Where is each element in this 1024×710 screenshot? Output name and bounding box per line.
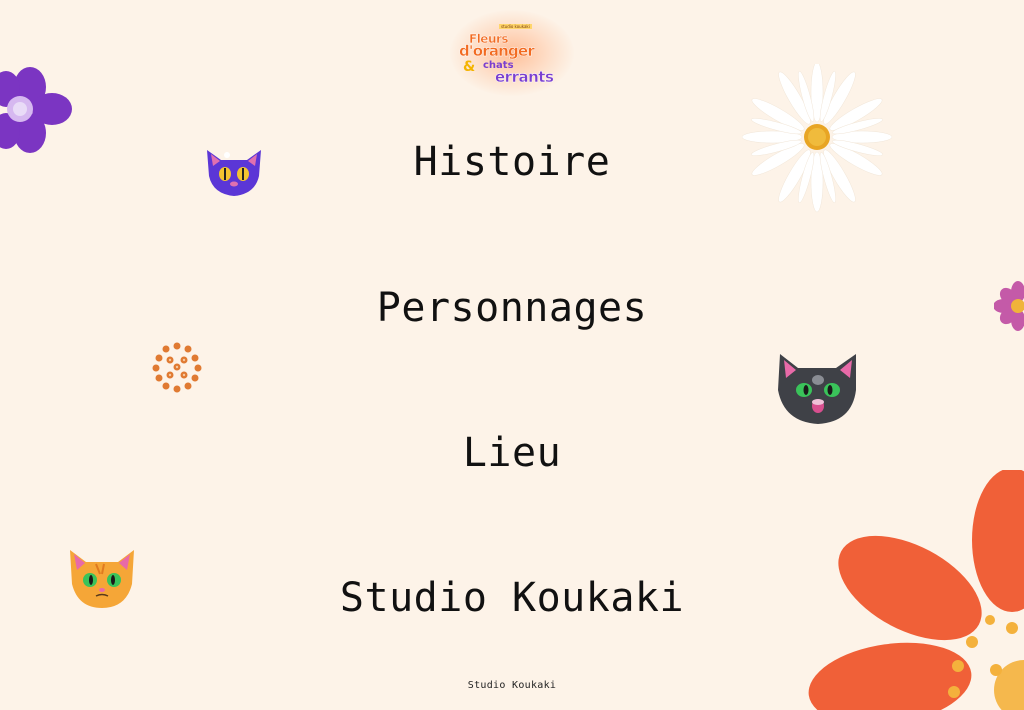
logo-badge: studio koukaki bbox=[499, 24, 532, 29]
menu-item-personnages[interactable]: Personnages bbox=[262, 283, 762, 333]
logo-line-2: d'oranger bbox=[459, 42, 535, 60]
menu-item-lieu[interactable]: Lieu bbox=[262, 428, 762, 478]
menu-item-studio-koukaki[interactable]: Studio Koukaki bbox=[262, 573, 762, 623]
purple-flower-icon bbox=[0, 67, 72, 153]
black-cat-icon bbox=[778, 354, 856, 424]
site-logo[interactable]: studio koukaki Fleurs d'oranger & chats … bbox=[455, 20, 570, 90]
orange-cat-icon bbox=[70, 550, 134, 608]
blue-cat-icon bbox=[207, 150, 261, 196]
orange-flower-cluster-icon bbox=[152, 342, 202, 393]
menu-item-histoire[interactable]: Histoire bbox=[262, 137, 762, 187]
pink-flower-icon bbox=[994, 281, 1024, 331]
large-orange-flower-icon bbox=[808, 470, 1024, 710]
footer-text: Studio Koukaki bbox=[467, 680, 557, 691]
logo-ampersand: & bbox=[463, 59, 476, 75]
logo-line-4: errants bbox=[495, 68, 554, 86]
white-daisy-icon bbox=[742, 64, 892, 213]
